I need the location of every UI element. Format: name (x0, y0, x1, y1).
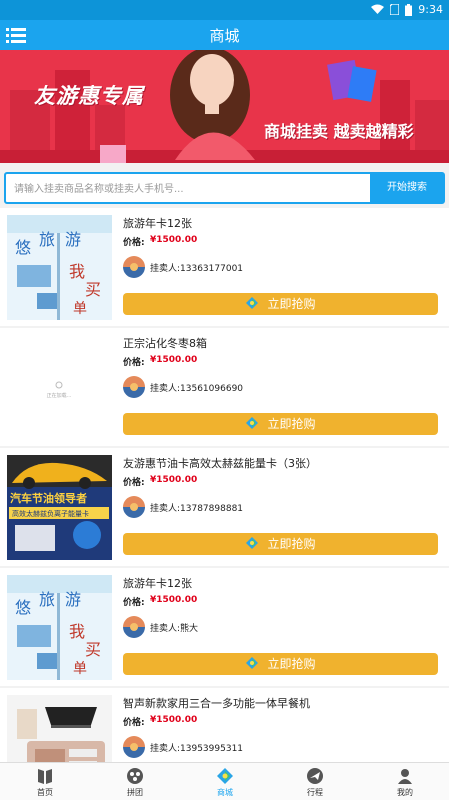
buy-now-label: 立即抢购 (267, 297, 316, 311)
product-card[interactable]: 悠 旅 游 我 买 单 旅游年卡12张 价格: ¥1500.00 挂卖人:熊大 … (0, 568, 449, 686)
loading-text: 正在加载... (47, 392, 72, 399)
product-card[interactable]: 悠 旅 游 我 买 单 旅游年卡12张 价格: ¥1500.00 挂卖人:133… (0, 208, 449, 326)
search-input[interactable] (14, 179, 364, 199)
thumb-char: 悠 (15, 238, 31, 257)
product-price: ¥1500.00 (150, 355, 198, 365)
tab-group-buy[interactable]: 拼团 (90, 763, 180, 801)
product-name[interactable]: 正宗沾化冬枣8箱 (123, 335, 207, 351)
search-button[interactable]: 开始搜索 (370, 172, 444, 204)
product-name[interactable]: 旅游年卡12张 (123, 575, 192, 591)
battery-icon (405, 3, 413, 16)
wifi-icon (371, 4, 385, 14)
product-image-fuel-card[interactable]: 汽车节油领导者 高效太赫兹负离子能量卡 (7, 455, 112, 560)
thumb-char: 游 (65, 230, 81, 249)
mall-logo-icon (246, 657, 259, 669)
price-label: 价格: (123, 598, 145, 608)
product-price: ¥1500.00 (150, 235, 198, 245)
product-card[interactable]: 正在加载... 正宗沾化冬枣8箱 价格: ¥1500.00 挂卖人:135610… (0, 328, 449, 446)
tab-label: 商城 (217, 788, 233, 797)
thumb-char: 游 (65, 590, 81, 609)
buy-now-label: 立即抢购 (267, 537, 316, 551)
product-card[interactable]: 汽车节油领导者 高效太赫兹负离子能量卡 友游惠节油卡高效太赫兹能量卡（3张） 价… (0, 448, 449, 566)
seller-avatar (123, 616, 145, 638)
thumb-char: 买 (85, 640, 101, 659)
product-price: ¥1500.00 (150, 595, 198, 605)
thumb-char: 我 (69, 622, 85, 641)
buy-now-button[interactable]: 立即抢购 (123, 413, 438, 435)
fuel-subtitle: 高效太赫兹负离子能量卡 (12, 509, 89, 518)
fuel-title: 汽车节油领导者 (10, 491, 87, 505)
tab-label: 首页 (37, 788, 53, 797)
thumb-char: 单 (73, 301, 87, 317)
group-icon (127, 768, 143, 784)
app-bar: 商城 (0, 20, 449, 50)
mall-logo-icon (246, 537, 259, 549)
thumb-char: 我 (69, 262, 85, 281)
tab-label: 我的 (397, 788, 413, 797)
product-price: ¥1500.00 (150, 475, 198, 485)
product-name[interactable]: 友游惠节油卡高效太赫兹能量卡（3张） (123, 455, 317, 471)
price-label: 价格: (123, 478, 145, 488)
product-name[interactable]: 智声新款家用三合一多功能一体早餐机 (123, 695, 310, 711)
product-price: ¥1500.00 (150, 715, 198, 725)
price-label: 价格: (123, 718, 145, 728)
status-bar: 9:34 (0, 0, 449, 20)
seller-info: 挂卖人:13363177001 (150, 264, 244, 274)
product-image-travel-card[interactable]: 悠 旅 游 我 买 单 (7, 575, 112, 680)
buy-now-button[interactable]: 立即抢购 (123, 293, 438, 315)
tab-label: 拼团 (127, 788, 143, 797)
price-label: 价格: (123, 238, 145, 248)
seller-info: 挂卖人:熊大 (150, 624, 199, 634)
bottom-tab-bar: 首页 拼团 商城 行程 我的 (0, 762, 449, 800)
page-title: 商城 (209, 27, 240, 45)
product-image-loading[interactable]: 正在加载... (7, 335, 112, 440)
banner-slogan: 商城挂卖 越卖越精彩 (264, 122, 414, 141)
mall-logo-icon (246, 417, 259, 429)
seller-info: 挂卖人:13787898881 (150, 504, 244, 514)
tab-mall[interactable]: 商城 (180, 763, 270, 801)
thumb-char: 悠 (15, 598, 31, 617)
search-bar: 开始搜索 (4, 172, 445, 204)
mall-icon (217, 768, 233, 784)
plane-icon (307, 768, 323, 784)
seller-avatar (123, 496, 145, 518)
buy-now-button[interactable]: 立即抢购 (123, 653, 438, 675)
status-icons: 9:34 (371, 3, 443, 16)
thumb-char: 买 (85, 280, 101, 299)
status-time: 9:34 (418, 3, 443, 16)
seller-avatar (123, 736, 145, 758)
price-label: 价格: (123, 358, 145, 368)
sim-icon (390, 4, 400, 15)
mall-logo-icon (246, 297, 259, 309)
banner-headline: 友游惠专属 (34, 84, 144, 108)
product-image-travel-card[interactable]: 悠 旅 游 我 买 单 (7, 215, 112, 320)
seller-avatar (123, 376, 145, 398)
seller-avatar (123, 256, 145, 278)
tab-label: 行程 (307, 788, 323, 797)
thumb-char: 旅 (39, 590, 55, 609)
buy-now-label: 立即抢购 (267, 417, 316, 431)
product-name[interactable]: 旅游年卡12张 (123, 215, 192, 231)
tab-mine[interactable]: 我的 (360, 763, 449, 801)
tab-trip[interactable]: 行程 (270, 763, 360, 801)
thumb-char: 单 (73, 661, 87, 677)
user-icon (398, 769, 412, 784)
book-icon (38, 769, 52, 784)
seller-info: 挂卖人:13561096690 (150, 384, 244, 394)
thumb-char: 旅 (39, 230, 55, 249)
seller-info: 挂卖人:13953995311 (150, 744, 244, 754)
tab-home[interactable]: 首页 (0, 763, 90, 801)
buy-now-label: 立即抢购 (267, 657, 316, 671)
buy-now-button[interactable]: 立即抢购 (123, 533, 438, 555)
promo-banner[interactable]: 友游惠专属 商城挂卖 越卖越精彩 (0, 50, 449, 163)
